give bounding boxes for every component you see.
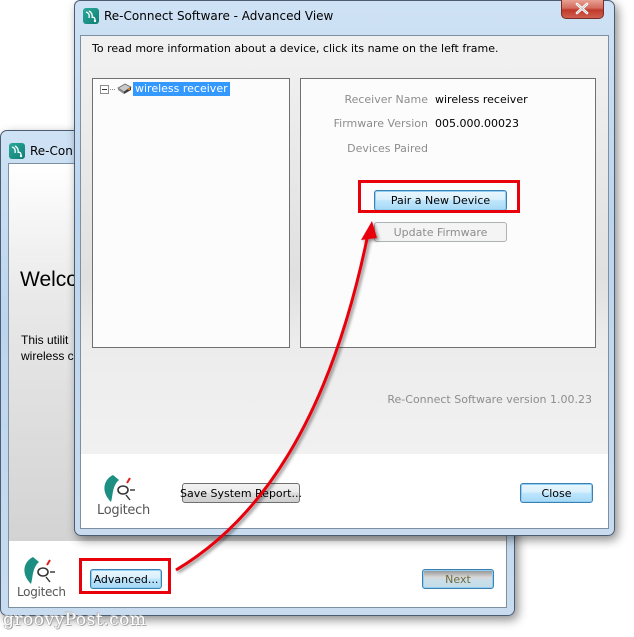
advanced-window-client: To read more information about a device,… — [80, 35, 609, 529]
firmware-version-value: 005.000.00023 — [435, 117, 519, 130]
receiver-name-label: Receiver Name — [344, 93, 428, 106]
welcome-heading: Welco — [20, 268, 78, 291]
advanced-button-highlight — [79, 558, 171, 594]
close-button[interactable]: Close — [520, 483, 593, 503]
logitech-logo: Logitech — [17, 554, 73, 604]
firmware-version-label: Firmware Version — [333, 117, 428, 130]
watermark: groovyPost.com — [3, 610, 147, 630]
tree-item[interactable]: wireless receiver — [100, 82, 230, 96]
logitech-logo-icon — [24, 557, 55, 584]
update-firmware-button: Update Firmware — [374, 222, 507, 242]
welcome-body-line-1: This utilit — [21, 333, 69, 347]
reconnect-app-icon — [9, 143, 25, 159]
receiver-name-value: wireless receiver — [435, 93, 528, 106]
advanced-view-window: Re-Connect Software - Advanced View To r… — [74, 0, 615, 536]
logitech-logo-text: Logitech — [17, 585, 66, 599]
collapse-icon[interactable] — [100, 84, 109, 94]
logitech-logo-icon — [104, 475, 135, 502]
software-version-text: Re-Connect Software version 1.00.23 — [387, 393, 592, 406]
window-close-button[interactable] — [561, 0, 604, 19]
devices-paired-label: Devices Paired — [347, 142, 428, 155]
background-window-title: Re-Conn — [30, 144, 81, 158]
logitech-logo: Logitech — [97, 472, 157, 524]
device-tree[interactable]: wireless receiver — [92, 78, 290, 348]
usb-receiver-icon — [116, 83, 132, 95]
advanced-window-title: Re-Connect Software - Advanced View — [104, 9, 334, 23]
save-system-report-button[interactable]: Save System Report... — [180, 483, 302, 503]
tree-item-label[interactable]: wireless receiver — [133, 82, 230, 96]
reconnect-app-icon — [83, 8, 99, 24]
instruction-text: To read more information about a device,… — [92, 42, 499, 55]
next-button[interactable]: Next — [422, 569, 494, 589]
pair-button-highlight — [358, 180, 520, 213]
welcome-body-line-2: wireless c — [21, 349, 74, 363]
advanced-window-footer: Logitech Save System Report... Close — [81, 454, 608, 528]
logitech-logo-text: Logitech — [97, 503, 150, 518]
tree-connector — [110, 88, 115, 90]
device-details-panel: Receiver Name wireless receiver Firmware… — [300, 78, 596, 348]
close-x-icon — [575, 2, 589, 15]
